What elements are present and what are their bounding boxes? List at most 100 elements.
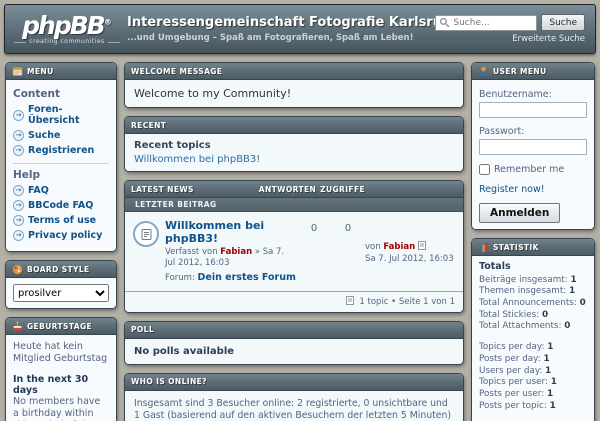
- replies-column-header: ANTWORTEN: [259, 185, 316, 194]
- menu-help-heading: Help: [13, 169, 109, 181]
- sidebar-item-search[interactable]: →Suche: [13, 130, 109, 141]
- advanced-search-link[interactable]: Erweiterte Suche: [435, 34, 585, 44]
- news-topic-main: Willkommen bei phpBB3! Verfasst von Fabi…: [165, 219, 297, 285]
- latest-news-block: LATEST NEWS ANTWORTEN ZUGRIFFE LETZTER B…: [124, 180, 464, 313]
- topic-author-link[interactable]: Fabian: [220, 247, 252, 257]
- password-field[interactable]: [479, 139, 587, 155]
- arrow-icon: →: [13, 130, 24, 141]
- recent-topic-link[interactable]: Willkommen bei phpBB3!: [134, 154, 260, 165]
- statistics-body: Totals Beiträge insgesamt: 1 Themen insg…: [472, 256, 594, 421]
- page-icon: [346, 296, 354, 305]
- sidebar-item-terms[interactable]: →Terms of use: [13, 215, 109, 226]
- welcome-title: WELCOME MESSAGE: [131, 67, 222, 76]
- page-info-text: 1 topic • Seite 1 von 1: [359, 297, 455, 307]
- document-glyph: [140, 228, 153, 241]
- stat-row: Total Stickies: 0: [479, 310, 587, 321]
- whos-online-body: Insgesamt sind 3 Besucher online: 2 regi…: [125, 391, 463, 421]
- remember-me-label: Remember me: [494, 164, 564, 175]
- spacer: [479, 333, 587, 341]
- search-icon: [439, 17, 450, 28]
- login-button[interactable]: Anmelden: [479, 203, 560, 223]
- welcome-block: WELCOME MESSAGE Welcome to my Community!: [124, 62, 464, 108]
- news-topic-title-link[interactable]: Willkommen bei phpBB3!: [165, 219, 264, 245]
- site-titles: Interessengemeinschaft Fotografie Karlsr…: [127, 15, 475, 43]
- latest-news-title: LATEST NEWS: [131, 185, 255, 194]
- arrow-icon: →: [13, 145, 24, 156]
- online-stats-line: Insgesamt sind 3 Besucher online: 2 regi…: [134, 398, 454, 421]
- lastpost-author-link[interactable]: Fabian: [383, 242, 415, 252]
- header-search: Suche Erweiterte Suche: [435, 14, 585, 44]
- bar-chart-icon: [478, 242, 489, 253]
- whos-online-header: WHO IS ONLINE?: [125, 374, 463, 391]
- totals-heading: Totals: [479, 261, 587, 273]
- remember-me-row: Remember me: [479, 164, 587, 175]
- style-select[interactable]: prosilver: [13, 284, 109, 302]
- sidebar-item-register[interactable]: →Registrieren: [13, 145, 109, 156]
- username-label: Benutzername:: [479, 89, 587, 100]
- arrow-icon: →: [13, 230, 24, 241]
- search-button[interactable]: Suche: [541, 14, 585, 31]
- menu-divider: [13, 163, 109, 164]
- forum-link[interactable]: Dein erstes Forum: [198, 272, 296, 283]
- whos-online-block: WHO IS ONLINE? Insgesamt sind 3 Besucher…: [124, 373, 464, 421]
- user-menu-title: USER MENU: [493, 67, 547, 76]
- goto-post-icon[interactable]: [418, 241, 426, 250]
- poll-header: POLL: [125, 322, 463, 339]
- menu-block-title: MENU: [27, 67, 54, 76]
- stat-row: Themen insgesamt: 1: [479, 286, 587, 297]
- recent-header: RECENT: [125, 117, 463, 134]
- menu-block-header: MENU: [6, 63, 116, 80]
- registered-mark: ®: [104, 18, 112, 27]
- poll-title: POLL: [131, 325, 154, 334]
- username-field[interactable]: [479, 102, 587, 118]
- register-now-link[interactable]: Register now!: [479, 184, 545, 195]
- birthdays-upcoming-heading: In the next 30 days: [13, 374, 109, 396]
- search-input[interactable]: [453, 18, 533, 28]
- birthdays-header: GEBURTSTAGE: [6, 318, 116, 335]
- phpbb-logo-tagline: creating communities: [13, 39, 121, 45]
- menu-block: MENU Content →Foren-Übersicht →Suche →Re…: [5, 62, 117, 252]
- remember-me-checkbox[interactable]: [479, 164, 490, 175]
- center-column: WELCOME MESSAGE Welcome to my Community!…: [124, 62, 464, 421]
- replies-count: 0: [297, 219, 331, 285]
- board-style-header: BOARD STYLE: [6, 261, 116, 278]
- menu-icon: [12, 66, 23, 77]
- main-content: MENU Content →Foren-Übersicht →Suche →Re…: [5, 62, 595, 421]
- right-sidebar: USER MENU Benutzername: Passwort: Rememb…: [471, 62, 595, 421]
- stat-row: Beiträge insgesamt: 1: [479, 275, 587, 286]
- menu-content-heading: Content: [13, 88, 109, 100]
- stat-row: Total Announcements: 0: [479, 298, 587, 309]
- news-topic-meta: Verfasst von Fabian » Sa 7. Jul 2012, 16…: [165, 247, 297, 270]
- sidebar-item-faq[interactable]: →FAQ: [13, 185, 109, 196]
- latest-news-header: LATEST NEWS ANTWORTEN ZUGRIFFE: [125, 181, 463, 198]
- stat-row: Posts per topic: 1: [479, 401, 587, 412]
- arrow-icon: →: [13, 185, 24, 196]
- sidebar-item-forum-overview[interactable]: →Foren-Übersicht: [13, 104, 109, 126]
- stat-row: Users per day: 1: [479, 366, 587, 377]
- page-subtitle: ...und Umgebung – Spaß am Fotografieren,…: [127, 33, 475, 43]
- user-icon: [478, 66, 489, 77]
- user-menu-block: USER MENU Benutzername: Passwort: Rememb…: [471, 62, 595, 230]
- site-header: phpBB® creating communities Interessenge…: [4, 4, 596, 54]
- recent-body: Recent topics Willkommen bei phpBB3!: [125, 134, 463, 171]
- sidebar-item-bbcode-faq[interactable]: →BBCode FAQ: [13, 200, 109, 211]
- phpbb-logo-text: phpBB®: [13, 13, 121, 38]
- birthdays-upcoming-text: No members have a birthday within this p…: [13, 396, 109, 421]
- birthdays-title: GEBURTSTAGE: [27, 322, 92, 331]
- sidebar-item-privacy[interactable]: →Privacy policy: [13, 230, 109, 241]
- board-style-title: BOARD STYLE: [27, 265, 90, 274]
- spacer: [479, 412, 587, 420]
- menu-block-body: Content →Foren-Übersicht →Suche →Registr…: [6, 80, 116, 251]
- recent-block: RECENT Recent topics Willkommen bei phpB…: [124, 116, 464, 172]
- phpbb-logo[interactable]: phpBB® creating communities: [13, 13, 121, 45]
- cake-icon: [12, 321, 23, 332]
- left-sidebar: MENU Content →Foren-Übersicht →Suche →Re…: [5, 62, 117, 421]
- stat-row: Total Attachments: 0: [479, 321, 587, 332]
- palette-icon: [12, 264, 23, 275]
- stat-row: Topics per day: 1: [479, 342, 587, 353]
- welcome-message: Welcome to my Community!: [125, 80, 463, 107]
- whos-online-title: WHO IS ONLINE?: [131, 377, 207, 386]
- recent-topics-heading: Recent topics: [134, 140, 454, 151]
- user-menu-body: Benutzername: Passwort: Remember me Regi…: [472, 80, 594, 229]
- arrow-icon: →: [13, 200, 24, 211]
